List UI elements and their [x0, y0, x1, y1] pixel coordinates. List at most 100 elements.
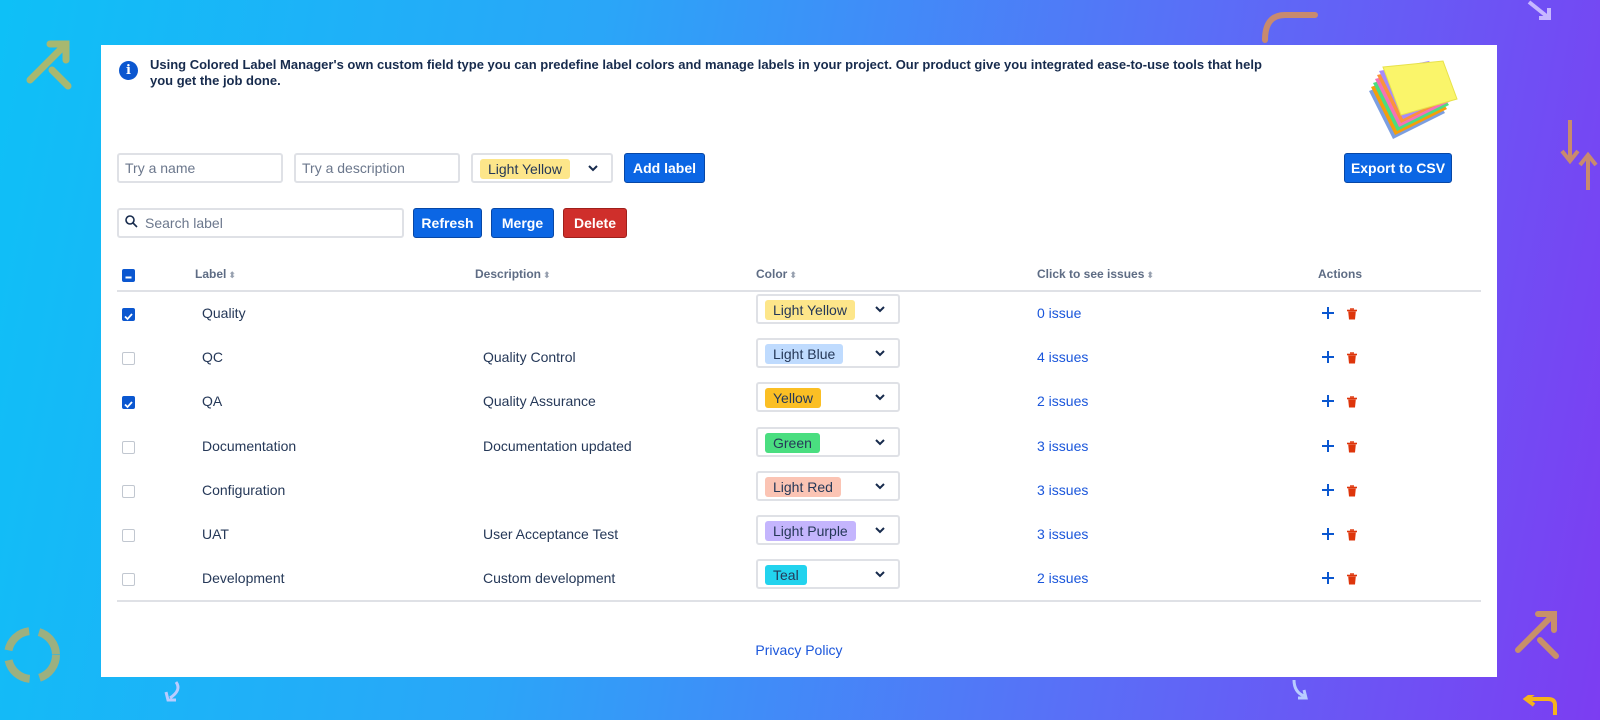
- delete-icon[interactable]: [1346, 351, 1358, 364]
- color-pill: Light Blue: [765, 344, 844, 364]
- label-manager-panel: i Using Colored Label Manager's own cust…: [101, 45, 1497, 677]
- column-header-color[interactable]: Color ⬍: [756, 267, 797, 281]
- decorative-recycle-icon: [4, 627, 60, 683]
- delete-icon[interactable]: [1346, 528, 1358, 541]
- row-issues-link[interactable]: 2 issues: [1037, 393, 1088, 409]
- delete-icon[interactable]: [1346, 572, 1358, 585]
- search-input[interactable]: Search label: [117, 208, 404, 238]
- add-icon[interactable]: [1321, 306, 1335, 320]
- delete-icon[interactable]: [1346, 484, 1358, 497]
- row-label: Documentation: [202, 438, 297, 454]
- color-pill: Teal: [765, 565, 807, 585]
- delete-icon[interactable]: [1346, 307, 1358, 320]
- row-description: Documentation updated: [483, 438, 632, 454]
- row-color-select[interactable]: Light Yellow: [756, 294, 900, 324]
- select-all-checkbox[interactable]: [122, 269, 135, 282]
- check-icon: [124, 401, 133, 409]
- row-checkbox[interactable]: [122, 352, 135, 365]
- chevron-down-icon: [875, 394, 885, 401]
- row-label: Configuration: [202, 482, 286, 498]
- row-label: QA: [202, 393, 223, 409]
- add-icon[interactable]: [1321, 394, 1335, 408]
- table-bottom-divider: [117, 600, 1481, 602]
- color-pill: Yellow: [765, 388, 821, 408]
- merge-button[interactable]: Merge: [491, 208, 554, 238]
- add-icon[interactable]: [1321, 483, 1335, 497]
- chevron-down-icon: [875, 439, 885, 446]
- delete-icon[interactable]: [1346, 440, 1358, 453]
- column-header-actions: Actions: [1318, 267, 1363, 281]
- row-issues-link[interactable]: 4 issues: [1037, 349, 1088, 365]
- refresh-button[interactable]: Refresh: [413, 208, 482, 238]
- row-color-select[interactable]: Light Purple: [756, 515, 900, 545]
- row-checkbox[interactable]: [122, 529, 135, 542]
- row-description: Quality Control: [483, 349, 576, 365]
- chevron-down-icon: [875, 306, 885, 313]
- row-label: Development: [202, 570, 285, 586]
- chevron-down-icon: [875, 483, 885, 490]
- info-text: Using Colored Label Manager's own custom…: [150, 57, 1262, 88]
- sticky-notes-illustration: [1369, 60, 1458, 139]
- color-pill: Light Red: [765, 477, 841, 497]
- row-issues-link[interactable]: 2 issues: [1037, 570, 1088, 586]
- row-checkbox[interactable]: [122, 396, 135, 409]
- row-label: Quality: [202, 305, 246, 321]
- minus-icon: [125, 276, 132, 279]
- decorative-arrow-small-icon: [164, 681, 180, 702]
- row-checkbox[interactable]: [122, 573, 135, 586]
- info-banner: i Using Colored Label Manager's own cust…: [119, 57, 1279, 89]
- description-input[interactable]: Try a description: [294, 153, 460, 183]
- color-pill: Light Purple: [765, 521, 856, 541]
- table-header-divider: [117, 290, 1481, 292]
- add-icon[interactable]: [1321, 527, 1335, 541]
- decorative-return-icon: [1522, 695, 1557, 715]
- color-pill: Light Yellow: [480, 159, 570, 179]
- add-icon[interactable]: [1321, 571, 1335, 585]
- chevron-down-icon: [875, 350, 885, 357]
- chevron-down-icon: [588, 165, 598, 172]
- search-placeholder: Search label: [145, 215, 223, 231]
- delete-icon[interactable]: [1346, 395, 1358, 408]
- decorative-arrow-icon: [26, 40, 72, 90]
- add-icon[interactable]: [1321, 439, 1335, 453]
- row-color-select[interactable]: Teal: [756, 559, 900, 589]
- decorative-arrow-small-icon: [1292, 679, 1308, 700]
- name-input[interactable]: Try a name: [117, 153, 283, 183]
- color-pill: Light Yellow: [765, 300, 855, 320]
- row-description: Custom development: [483, 570, 616, 586]
- row-description: Quality Assurance: [483, 393, 596, 409]
- row-description: User Acceptance Test: [483, 526, 619, 542]
- row-issues-link[interactable]: 3 issues: [1037, 438, 1088, 454]
- row-color-select[interactable]: Light Red: [756, 471, 900, 501]
- decorative-arrows-icon: [1560, 120, 1598, 190]
- row-issues-link[interactable]: 3 issues: [1037, 482, 1088, 498]
- search-icon: [125, 215, 138, 228]
- row-color-select[interactable]: Yellow: [756, 382, 900, 412]
- column-header-description[interactable]: Description ⬍: [475, 267, 551, 281]
- add-icon[interactable]: [1321, 350, 1335, 364]
- row-checkbox[interactable]: [122, 485, 135, 498]
- add-label-button[interactable]: Add label: [624, 153, 705, 183]
- column-header-label[interactable]: Label ⬍: [195, 267, 236, 281]
- check-icon: [124, 313, 133, 321]
- chevron-down-icon: [875, 527, 885, 534]
- row-checkbox[interactable]: [122, 441, 135, 454]
- privacy-policy-link[interactable]: Privacy Policy: [101, 642, 1497, 658]
- color-pill: Green: [765, 433, 820, 453]
- decorative-paperclip-icon: [1262, 12, 1318, 43]
- row-color-select[interactable]: Green: [756, 427, 900, 457]
- column-header-issues[interactable]: Click to see issues ⬍: [1037, 267, 1154, 281]
- chevron-down-icon: [875, 571, 885, 578]
- info-icon: i: [119, 61, 138, 80]
- row-label: UAT: [202, 526, 229, 542]
- export-csv-button[interactable]: Export to CSV: [1344, 153, 1452, 183]
- delete-button[interactable]: Delete: [563, 208, 627, 238]
- row-checkbox[interactable]: [122, 308, 135, 321]
- row-color-select[interactable]: Light Blue: [756, 338, 900, 368]
- decorative-arrow-icon: [1515, 611, 1559, 659]
- color-select[interactable]: Light Yellow: [471, 153, 613, 183]
- row-issues-link[interactable]: 0 issue: [1037, 305, 1081, 321]
- decorative-arrow-small-icon: [1527, 0, 1551, 20]
- row-issues-link[interactable]: 3 issues: [1037, 526, 1088, 542]
- row-label: QC: [202, 349, 223, 365]
